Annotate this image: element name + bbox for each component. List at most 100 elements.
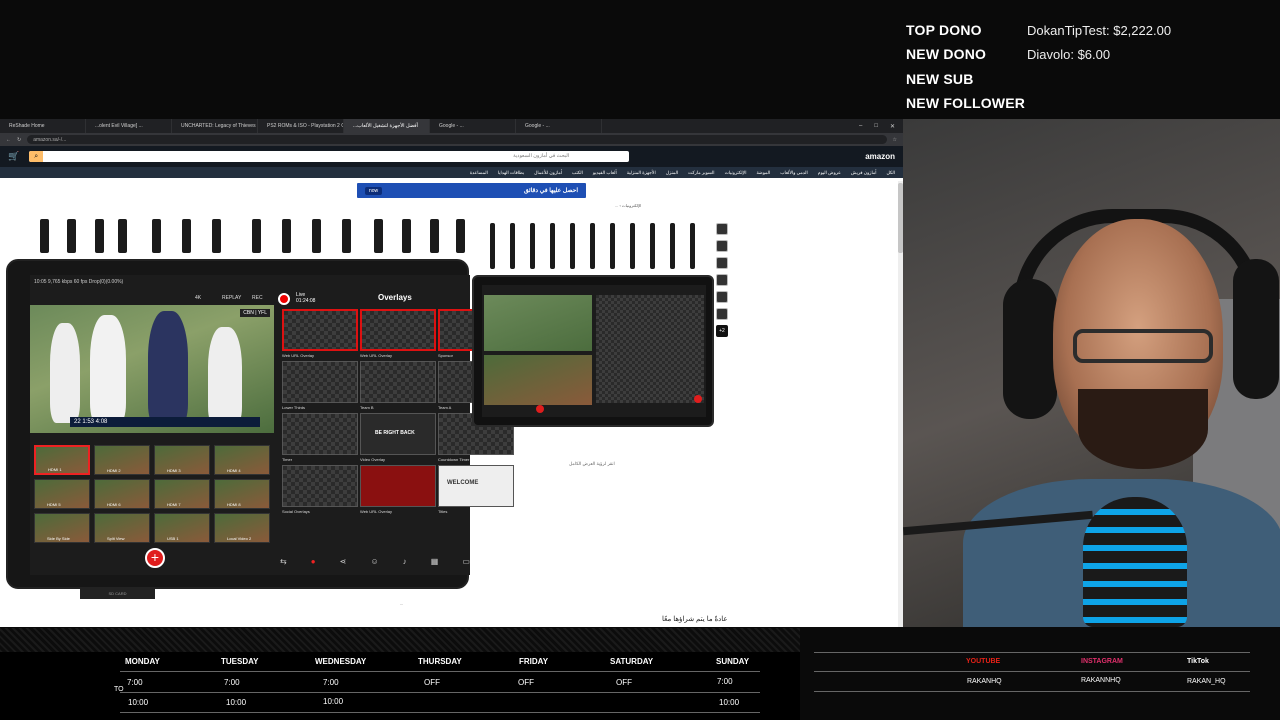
minimize-icon[interactable]: –	[859, 123, 862, 130]
sd-card-label: SD CARD	[80, 589, 155, 599]
thumbnail[interactable]	[716, 308, 728, 320]
overlay-tile[interactable]	[282, 361, 358, 403]
browser-tab[interactable]: Google - ...	[430, 119, 516, 133]
overlay-label: Web URL Overlay	[282, 353, 315, 358]
overlay-tile[interactable]: BE RIGHT BACK	[360, 413, 436, 455]
nav-item[interactable]: عروض اليوم	[818, 170, 841, 176]
product-image-preview[interactable]	[472, 275, 714, 427]
url-field[interactable]: amazon.sa/-/...	[27, 135, 887, 144]
tablet-screen: 10:05 9,765 kbps 60 fps Drop(0)(0.00%) 4…	[30, 275, 514, 575]
zoom-hint: انقر لرؤية العرض الكامل	[569, 461, 615, 466]
amazon-logo[interactable]: amazon	[865, 152, 895, 161]
nav-item[interactable]: المساعدة	[470, 170, 488, 176]
camera-tile[interactable]: Local Video 2	[214, 513, 270, 543]
nav-item[interactable]: ألعاب الفيديو	[593, 170, 617, 176]
nav-item[interactable]: الموضة	[756, 170, 770, 176]
guest-icon[interactable]: ☺	[370, 557, 378, 567]
browser-tab-bar: ReShade Home ...olent Evil Village] ... …	[0, 119, 903, 133]
share-icon[interactable]: ⋖	[340, 557, 347, 567]
promo-banner[interactable]: now احصل عليها في دقائق	[357, 183, 586, 198]
breadcrumb[interactable]: الإلكترونيات › ...	[615, 203, 641, 208]
nav-item[interactable]: الأجهزة المنزلية	[627, 170, 656, 176]
reload-icon[interactable]: ↻	[17, 137, 21, 143]
nav-item[interactable]: المنزل	[666, 170, 678, 176]
product-cables	[40, 219, 468, 259]
amazon-header: 🛒 ⌕ البحث في أمازون السعودية amazon	[0, 146, 903, 167]
thumbnail[interactable]	[716, 240, 728, 252]
nav-item[interactable]: الإلكترونيات	[725, 170, 747, 176]
camera-tile[interactable]: HDMI 2	[94, 445, 150, 475]
thumbnail[interactable]	[716, 291, 728, 303]
nav-item[interactable]: الكتب	[572, 170, 583, 176]
stream-alerts-panel: TOP DONO DokanTipTest: $2,222.00 NEW DON…	[898, 16, 1280, 129]
calendar-icon[interactable]: ▦	[431, 557, 439, 567]
overlay-tile[interactable]	[360, 361, 436, 403]
add-source-button[interactable]: +	[145, 548, 165, 568]
volume-icon[interactable]: ♪	[403, 557, 407, 567]
cart-icon[interactable]: 🛒	[8, 151, 19, 162]
preview-screen	[482, 285, 706, 417]
search-icon[interactable]: ⌕	[29, 151, 44, 162]
schedule-start: 7:00	[224, 678, 240, 687]
browser-tab[interactable]: PS2 ROMs & ISO - Playstation 2 Ga...	[258, 119, 344, 133]
webcam-feed	[903, 119, 1280, 627]
overlay-tile[interactable]	[360, 465, 436, 507]
bookmark-icon[interactable]: ☆	[893, 137, 897, 143]
camera-tile[interactable]: HDMI 5	[34, 479, 90, 509]
camera-tile[interactable]: HDMI 8	[214, 479, 270, 509]
schedule-end: 10:00	[719, 698, 740, 707]
nav-item[interactable]: السوبر ماركت	[688, 170, 714, 176]
nav-item[interactable]: أمازون فريش	[851, 170, 877, 176]
camera-tile[interactable]: Split View	[94, 513, 150, 543]
more-thumbnails-button[interactable]: +2	[716, 325, 728, 337]
overlay-label: Timer	[282, 457, 293, 462]
social-platform-youtube: YOUTUBE	[966, 658, 1001, 665]
amazon-search[interactable]: ⌕ البحث في أمازون السعودية	[29, 151, 630, 162]
camera-label: HDMI 3	[167, 468, 181, 473]
schedule-day: THURSDAY	[418, 657, 462, 666]
overlay-tile[interactable]	[282, 309, 358, 351]
overlay-tile[interactable]	[360, 309, 436, 351]
browser-tab[interactable]: Google - ...	[516, 119, 602, 133]
live-indicator-icon[interactable]	[278, 293, 290, 305]
chat-icon[interactable]: ▭	[462, 557, 470, 567]
camera-tile[interactable]: HDMI 7	[154, 479, 210, 509]
welcome-text: WELCOME	[447, 480, 479, 486]
overlay-label: Video Overlay	[360, 457, 386, 462]
close-icon[interactable]: ✕	[890, 123, 895, 130]
schedule-start: OFF	[424, 678, 440, 687]
browser-tab[interactable]: ...olent Evil Village] ...	[86, 119, 172, 133]
camera-tile[interactable]: HDMI 1	[34, 445, 90, 475]
thumbnail[interactable]	[716, 223, 728, 235]
nav-item[interactable]: بطاقات الهدايا	[498, 170, 524, 176]
product-image-main[interactable]: 10:05 9,765 kbps 60 fps Drop(0)(0.00%) 4…	[6, 259, 514, 589]
transition-icon[interactable]: ⇆	[280, 557, 287, 567]
overlays-title: Overlays	[378, 293, 412, 302]
nav-item[interactable]: الدمى والألعاب	[780, 170, 808, 176]
thumbnail[interactable]	[716, 257, 728, 269]
schedule-start: OFF	[518, 678, 534, 687]
schedule-start: 7:00	[127, 678, 143, 687]
camera-tile[interactable]: USB 1	[154, 513, 210, 543]
camera-tile[interactable]: HDMI 4	[214, 445, 270, 475]
overlay-tile[interactable]	[282, 465, 358, 507]
stream-layout: TOP DONO DokanTipTest: $2,222.00 NEW DON…	[0, 0, 1280, 720]
record-icon[interactable]: ●	[311, 557, 316, 567]
nav-item[interactable]: أمازون للأعمال	[534, 170, 562, 176]
social-links: YOUTUBE INSTAGRAM TikTok RAKANHQ RAKANNH…	[810, 628, 1280, 720]
search-input[interactable]: البحث في أمازون السعودية	[513, 153, 569, 159]
thumbnail[interactable]	[716, 274, 728, 286]
camera-tile[interactable]: Side By Side	[34, 513, 90, 543]
back-icon[interactable]: ←	[6, 137, 11, 143]
browser-tab[interactable]: UNCHARTED: Legacy of Thieves Col...	[172, 119, 258, 133]
browser-tab-active[interactable]: ...أفضل الأجهزة لتشغيل الألعاب	[344, 119, 430, 133]
camera-grid: HDMI 1 HDMI 2 HDMI 3 HDMI 4 HDMI 5 HDMI …	[34, 445, 274, 545]
camera-tile[interactable]: HDMI 6	[94, 479, 150, 509]
camera-label: HDMI 8	[227, 502, 241, 507]
nav-item[interactable]: الكل	[886, 170, 895, 176]
overlay-tile[interactable]: WELCOME	[438, 465, 514, 507]
browser-tab[interactable]: ReShade Home	[0, 119, 86, 133]
overlay-tile[interactable]	[282, 413, 358, 455]
camera-tile[interactable]: HDMI 3	[154, 445, 210, 475]
maximize-icon[interactable]: □	[874, 123, 878, 130]
